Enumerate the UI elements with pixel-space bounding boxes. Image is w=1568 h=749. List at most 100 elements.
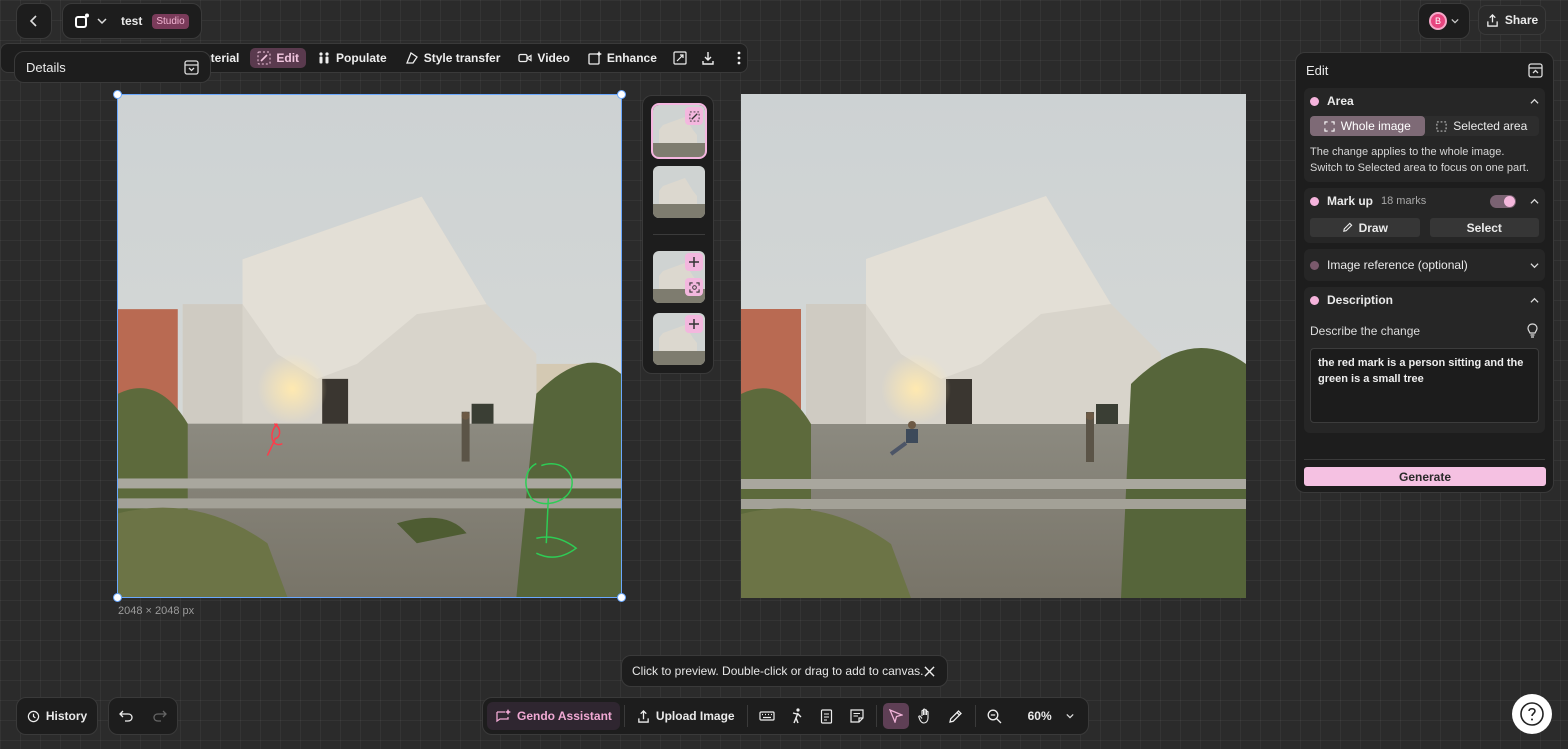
project-menu[interactable]: test Studio [62, 3, 202, 39]
undo-icon[interactable] [119, 710, 133, 722]
share-icon [1487, 13, 1498, 27]
resize-handle-tl[interactable] [113, 90, 122, 99]
source-image[interactable] [117, 94, 622, 598]
lightbulb-icon[interactable] [1526, 323, 1539, 338]
toolbar-video[interactable]: Video [511, 48, 576, 68]
keyboard-icon [758, 711, 775, 721]
note-tool-button[interactable] [844, 703, 870, 729]
pencil-icon [1342, 222, 1352, 232]
divider [623, 705, 625, 727]
markup-toggle[interactable] [1490, 194, 1516, 208]
description-header[interactable]: Description [1310, 293, 1539, 307]
avatar: B [1429, 12, 1447, 30]
dashed-select-icon [1436, 120, 1447, 132]
history-button[interactable]: History [16, 697, 98, 735]
keyboard-button[interactable] [754, 703, 780, 729]
plus-icon [685, 315, 703, 333]
generate-button[interactable]: Generate [1304, 467, 1546, 486]
image-reference-section[interactable]: Image reference (optional) [1304, 249, 1545, 281]
upscale-button[interactable] [668, 48, 692, 68]
resize-handle-tr[interactable] [617, 90, 626, 99]
edit-badge-icon [685, 107, 703, 125]
zoom-out-icon [987, 709, 1002, 723]
collapse-panel-icon[interactable] [1528, 63, 1543, 78]
frame-icon [1324, 120, 1335, 132]
gendo-assistant-button[interactable]: Gendo Assistant [487, 702, 620, 730]
divider [746, 705, 748, 727]
back-button[interactable] [16, 3, 52, 39]
expand-icon [673, 51, 687, 65]
whole-image-option[interactable]: Whole image [1310, 116, 1425, 136]
details-title: Details [26, 59, 66, 75]
edit-panel-title: Edit [1306, 63, 1329, 78]
chevron-down-icon [1530, 262, 1539, 268]
zoom-button[interactable] [982, 703, 1008, 729]
chevron-up-icon [1530, 198, 1539, 204]
help-icon [1520, 702, 1544, 726]
toolbar-populate[interactable]: Populate [310, 48, 394, 68]
person-tool-button[interactable] [784, 703, 810, 729]
area-selector: Whole image Selected area [1310, 116, 1539, 136]
logo-icon [75, 13, 89, 28]
person-icon [792, 708, 802, 724]
share-button[interactable]: Share [1478, 5, 1546, 35]
markup-section: Mark up 18 marks Draw Select [1304, 188, 1545, 243]
user-menu[interactable]: B [1418, 3, 1470, 39]
toolbar-enhance-label: Enhance [606, 51, 657, 65]
upload-image-button[interactable]: Upload Image [629, 702, 743, 730]
resize-handle-bl[interactable] [113, 593, 122, 602]
variant-thumb-result[interactable] [653, 166, 705, 218]
zoom-level-dropdown[interactable]: 60% [1020, 702, 1082, 730]
result-image[interactable] [741, 94, 1246, 598]
history-label: History [45, 709, 88, 723]
close-icon[interactable] [924, 665, 935, 677]
bottom-toolbar: Gendo Assistant Upload Image 60% [482, 697, 1089, 735]
more-vertical-icon [737, 51, 741, 65]
whole-image-label: Whole image [1340, 119, 1411, 133]
undo-redo-group [108, 697, 178, 735]
variant-thumb-add[interactable] [653, 313, 705, 365]
upload-label: Upload Image [655, 709, 735, 723]
download-button[interactable] [696, 48, 720, 68]
select-tool-button[interactable] [882, 703, 909, 729]
pan-tool-button[interactable] [913, 703, 939, 729]
status-dot [1310, 196, 1319, 206]
toolbar-enhance[interactable]: Enhance [581, 48, 664, 68]
description-section: Description Describe the change the red … [1304, 287, 1545, 433]
upload-icon [638, 709, 649, 723]
area-header[interactable]: Area [1310, 94, 1539, 108]
preview-toast: Click to preview. Double-click or drag t… [621, 655, 948, 687]
document-icon [820, 708, 833, 724]
selected-area-option[interactable]: Selected area [1425, 116, 1540, 136]
resize-handle-br[interactable] [617, 593, 626, 602]
details-panel[interactable]: Details [14, 51, 211, 83]
describe-label: Describe the change [1310, 323, 1421, 338]
edit-icon [257, 51, 271, 65]
strip-divider [653, 234, 705, 235]
select-button[interactable]: Select [1429, 218, 1539, 237]
pen-tool-button[interactable] [943, 703, 969, 729]
chevron-down-icon [1451, 18, 1459, 24]
project-name: test [121, 14, 143, 28]
description-textarea[interactable]: the red mark is a person sitting and the… [1310, 348, 1539, 423]
draw-button[interactable]: Draw [1310, 218, 1420, 237]
toast-text: Click to preview. Double-click or drag t… [632, 664, 924, 678]
divider [974, 705, 976, 727]
image-reference-title: Image reference (optional) [1327, 258, 1468, 272]
area-section: Area Whole image Selected area The chang… [1304, 88, 1545, 182]
variant-thumb-add-region[interactable] [653, 251, 705, 303]
redo-icon[interactable] [153, 710, 167, 722]
toolbar-edit[interactable]: Edit [250, 48, 307, 68]
collapse-panel-icon [184, 59, 199, 75]
help-button[interactable] [1512, 694, 1552, 734]
toolbar-style-transfer[interactable]: Style transfer [398, 48, 508, 68]
more-options-button[interactable] [732, 48, 746, 68]
cursor-icon [888, 709, 903, 723]
zoom-level: 60% [1027, 709, 1052, 723]
toolbar-video-label: Video [537, 51, 570, 65]
markup-header[interactable]: Mark up 18 marks [1310, 194, 1539, 208]
document-tool-button[interactable] [814, 703, 840, 729]
style-transfer-icon [405, 52, 418, 64]
variant-thumb-edit[interactable] [651, 103, 707, 159]
enhance-icon [588, 51, 602, 65]
